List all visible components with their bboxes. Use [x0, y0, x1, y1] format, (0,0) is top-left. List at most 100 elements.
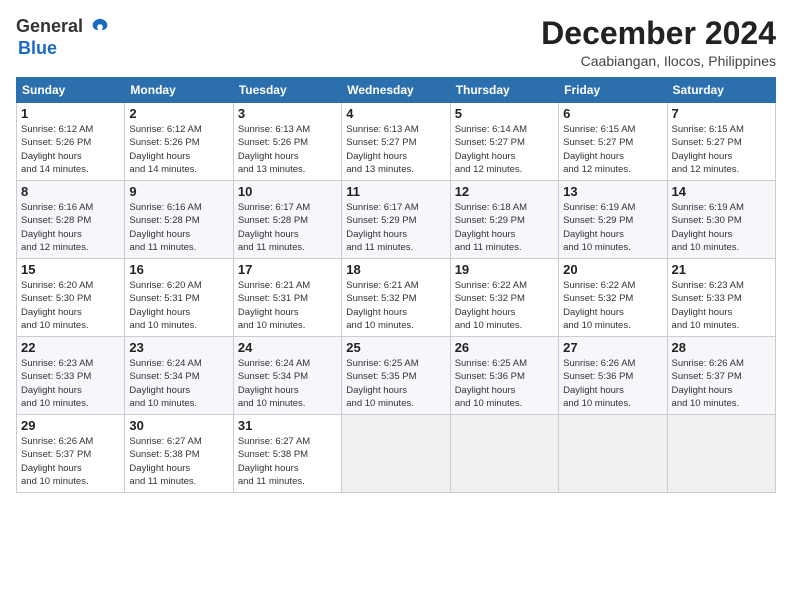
table-row: 15 Sunrise: 6:20 AMSunset: 5:30 PMDaylig… [17, 259, 125, 337]
calendar-week-row: 15 Sunrise: 6:20 AMSunset: 5:30 PMDaylig… [17, 259, 776, 337]
table-row [342, 415, 450, 493]
calendar-week-row: 22 Sunrise: 6:23 AMSunset: 5:33 PMDaylig… [17, 337, 776, 415]
table-row: 2 Sunrise: 6:12 AMSunset: 5:26 PMDayligh… [125, 103, 233, 181]
table-row: 19 Sunrise: 6:22 AMSunset: 5:32 PMDaylig… [450, 259, 558, 337]
table-row: 7 Sunrise: 6:15 AMSunset: 5:27 PMDayligh… [667, 103, 775, 181]
day-info: Sunrise: 6:23 AMSunset: 5:33 PMDaylight … [21, 358, 93, 409]
day-number: 27 [563, 340, 662, 355]
day-number: 23 [129, 340, 228, 355]
col-tuesday: Tuesday [233, 78, 341, 103]
day-info: Sunrise: 6:27 AMSunset: 5:38 PMDaylight … [238, 436, 310, 487]
day-info: Sunrise: 6:26 AMSunset: 5:37 PMDaylight … [21, 436, 93, 487]
table-row: 4 Sunrise: 6:13 AMSunset: 5:27 PMDayligh… [342, 103, 450, 181]
table-row: 8 Sunrise: 6:16 AMSunset: 5:28 PMDayligh… [17, 181, 125, 259]
day-info: Sunrise: 6:12 AMSunset: 5:26 PMDaylight … [129, 124, 201, 175]
day-number: 6 [563, 106, 662, 121]
day-number: 17 [238, 262, 337, 277]
day-info: Sunrise: 6:15 AMSunset: 5:27 PMDaylight … [672, 124, 744, 175]
table-row: 28 Sunrise: 6:26 AMSunset: 5:37 PMDaylig… [667, 337, 775, 415]
calendar-week-row: 1 Sunrise: 6:12 AMSunset: 5:26 PMDayligh… [17, 103, 776, 181]
table-row: 10 Sunrise: 6:17 AMSunset: 5:28 PMDaylig… [233, 181, 341, 259]
table-row: 12 Sunrise: 6:18 AMSunset: 5:29 PMDaylig… [450, 181, 558, 259]
table-row: 29 Sunrise: 6:26 AMSunset: 5:37 PMDaylig… [17, 415, 125, 493]
day-info: Sunrise: 6:18 AMSunset: 5:29 PMDaylight … [455, 202, 527, 253]
day-info: Sunrise: 6:24 AMSunset: 5:34 PMDaylight … [129, 358, 201, 409]
calendar-week-row: 29 Sunrise: 6:26 AMSunset: 5:37 PMDaylig… [17, 415, 776, 493]
table-row: 27 Sunrise: 6:26 AMSunset: 5:36 PMDaylig… [559, 337, 667, 415]
day-number: 16 [129, 262, 228, 277]
day-number: 5 [455, 106, 554, 121]
day-number: 11 [346, 184, 445, 199]
day-info: Sunrise: 6:20 AMSunset: 5:30 PMDaylight … [21, 280, 93, 331]
calendar-table: Sunday Monday Tuesday Wednesday Thursday… [16, 77, 776, 493]
day-number: 31 [238, 418, 337, 433]
day-info: Sunrise: 6:17 AMSunset: 5:28 PMDaylight … [238, 202, 310, 253]
table-row: 23 Sunrise: 6:24 AMSunset: 5:34 PMDaylig… [125, 337, 233, 415]
day-info: Sunrise: 6:25 AMSunset: 5:35 PMDaylight … [346, 358, 418, 409]
table-row: 21 Sunrise: 6:23 AMSunset: 5:33 PMDaylig… [667, 259, 775, 337]
day-number: 9 [129, 184, 228, 199]
day-info: Sunrise: 6:22 AMSunset: 5:32 PMDaylight … [563, 280, 635, 331]
day-info: Sunrise: 6:14 AMSunset: 5:27 PMDaylight … [455, 124, 527, 175]
table-row: 1 Sunrise: 6:12 AMSunset: 5:26 PMDayligh… [17, 103, 125, 181]
table-row: 22 Sunrise: 6:23 AMSunset: 5:33 PMDaylig… [17, 337, 125, 415]
table-row: 24 Sunrise: 6:24 AMSunset: 5:34 PMDaylig… [233, 337, 341, 415]
day-info: Sunrise: 6:26 AMSunset: 5:37 PMDaylight … [672, 358, 744, 409]
col-sunday: Sunday [17, 78, 125, 103]
day-info: Sunrise: 6:20 AMSunset: 5:31 PMDaylight … [129, 280, 201, 331]
col-friday: Friday [559, 78, 667, 103]
day-info: Sunrise: 6:19 AMSunset: 5:29 PMDaylight … [563, 202, 635, 253]
day-number: 1 [21, 106, 120, 121]
day-info: Sunrise: 6:25 AMSunset: 5:36 PMDaylight … [455, 358, 527, 409]
day-number: 24 [238, 340, 337, 355]
logo-general: General [16, 16, 83, 36]
day-number: 10 [238, 184, 337, 199]
day-number: 26 [455, 340, 554, 355]
col-monday: Monday [125, 78, 233, 103]
table-row: 3 Sunrise: 6:13 AMSunset: 5:26 PMDayligh… [233, 103, 341, 181]
logo-blue: Blue [18, 38, 57, 59]
day-number: 25 [346, 340, 445, 355]
day-info: Sunrise: 6:24 AMSunset: 5:34 PMDaylight … [238, 358, 310, 409]
table-row: 18 Sunrise: 6:21 AMSunset: 5:32 PMDaylig… [342, 259, 450, 337]
day-info: Sunrise: 6:27 AMSunset: 5:38 PMDaylight … [129, 436, 201, 487]
col-saturday: Saturday [667, 78, 775, 103]
location-title: Caabiangan, Ilocos, Philippines [541, 53, 776, 69]
day-number: 13 [563, 184, 662, 199]
day-number: 14 [672, 184, 771, 199]
table-row: 17 Sunrise: 6:21 AMSunset: 5:31 PMDaylig… [233, 259, 341, 337]
header: General Blue December 2024 Caabiangan, I… [16, 16, 776, 69]
table-row: 14 Sunrise: 6:19 AMSunset: 5:30 PMDaylig… [667, 181, 775, 259]
col-wednesday: Wednesday [342, 78, 450, 103]
day-info: Sunrise: 6:23 AMSunset: 5:33 PMDaylight … [672, 280, 744, 331]
page: General Blue December 2024 Caabiangan, I… [0, 0, 792, 612]
day-number: 18 [346, 262, 445, 277]
day-number: 21 [672, 262, 771, 277]
day-info: Sunrise: 6:17 AMSunset: 5:29 PMDaylight … [346, 202, 418, 253]
logo-bird-icon [89, 16, 111, 38]
day-info: Sunrise: 6:16 AMSunset: 5:28 PMDaylight … [21, 202, 93, 253]
day-info: Sunrise: 6:22 AMSunset: 5:32 PMDaylight … [455, 280, 527, 331]
day-info: Sunrise: 6:13 AMSunset: 5:26 PMDaylight … [238, 124, 310, 175]
day-number: 28 [672, 340, 771, 355]
table-row: 30 Sunrise: 6:27 AMSunset: 5:38 PMDaylig… [125, 415, 233, 493]
logo-text: General [16, 16, 112, 38]
day-info: Sunrise: 6:19 AMSunset: 5:30 PMDaylight … [672, 202, 744, 253]
day-info: Sunrise: 6:15 AMSunset: 5:27 PMDaylight … [563, 124, 635, 175]
day-number: 22 [21, 340, 120, 355]
day-number: 29 [21, 418, 120, 433]
day-number: 19 [455, 262, 554, 277]
day-info: Sunrise: 6:21 AMSunset: 5:31 PMDaylight … [238, 280, 310, 331]
table-row [450, 415, 558, 493]
day-number: 8 [21, 184, 120, 199]
table-row: 16 Sunrise: 6:20 AMSunset: 5:31 PMDaylig… [125, 259, 233, 337]
table-row: 13 Sunrise: 6:19 AMSunset: 5:29 PMDaylig… [559, 181, 667, 259]
day-info: Sunrise: 6:26 AMSunset: 5:36 PMDaylight … [563, 358, 635, 409]
title-block: December 2024 Caabiangan, Ilocos, Philip… [541, 16, 776, 69]
day-info: Sunrise: 6:16 AMSunset: 5:28 PMDaylight … [129, 202, 201, 253]
day-number: 2 [129, 106, 228, 121]
day-number: 12 [455, 184, 554, 199]
table-row: 11 Sunrise: 6:17 AMSunset: 5:29 PMDaylig… [342, 181, 450, 259]
day-number: 15 [21, 262, 120, 277]
day-info: Sunrise: 6:21 AMSunset: 5:32 PMDaylight … [346, 280, 418, 331]
